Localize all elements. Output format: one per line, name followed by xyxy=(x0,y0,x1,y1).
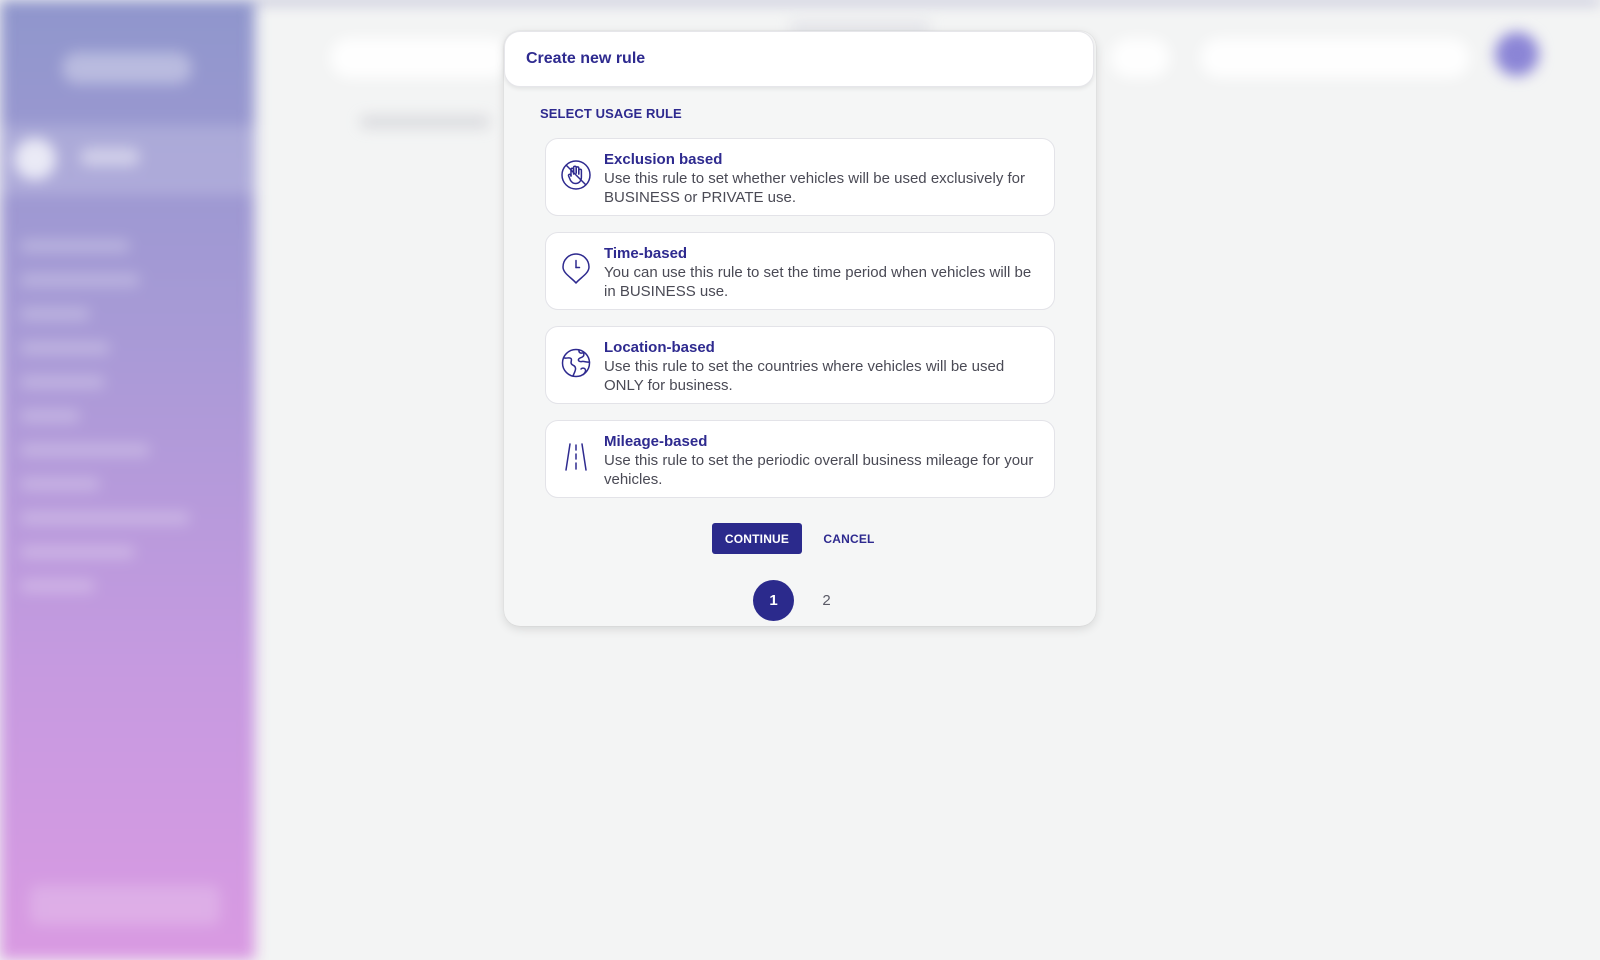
rule-description: Use this rule to set the periodic overal… xyxy=(604,452,1034,488)
sidebar-footer xyxy=(30,885,220,925)
modal-actions: CONTINUE CANCEL xyxy=(504,523,1096,555)
globe-icon xyxy=(560,347,592,379)
rule-option-exclusion[interactable]: Exclusion based Use this rule to set whe… xyxy=(545,138,1055,216)
rule-option-location[interactable]: Location-based Use this rule to set the … xyxy=(545,326,1055,404)
rule-description: Use this rule to set whether vehicles wi… xyxy=(604,170,1026,206)
sidebar-item xyxy=(20,410,80,422)
rule-description: Use this rule to set the countries where… xyxy=(604,358,1005,394)
topbar-search xyxy=(330,38,510,78)
rule-description: You can use this rule to set the time pe… xyxy=(604,264,1032,300)
rule-title: Time-based xyxy=(604,245,688,262)
cancel-button[interactable]: CANCEL xyxy=(814,523,884,554)
app-logo xyxy=(62,52,192,84)
step-indicator: 1 2 xyxy=(504,580,1096,622)
sidebar-item xyxy=(20,342,110,354)
rule-option-list: Exclusion based Use this rule to set whe… xyxy=(545,138,1055,514)
step-1-active[interactable]: 1 xyxy=(753,580,794,621)
sidebar-item xyxy=(20,478,100,490)
rule-title: Exclusion based xyxy=(604,151,723,168)
sidebar-item xyxy=(20,376,105,388)
section-label: SELECT USAGE RULE xyxy=(540,106,682,121)
modal-header: Create new rule xyxy=(504,31,1094,87)
sidebar-item xyxy=(20,444,150,456)
top-avatar xyxy=(1495,32,1539,76)
rule-option-mileage[interactable]: Mileage-based Use this rule to set the p… xyxy=(545,420,1055,498)
rule-title: Location-based xyxy=(604,339,715,356)
sidebar-item xyxy=(20,308,90,320)
sidebar-nav xyxy=(20,240,230,614)
clock-pin-icon xyxy=(560,253,592,285)
modal-title: Create new rule xyxy=(526,50,646,67)
rule-option-time[interactable]: Time-based You can use this rule to set … xyxy=(545,232,1055,310)
rule-title: Mileage-based xyxy=(604,433,708,450)
step-2[interactable]: 2 xyxy=(806,580,847,621)
sidebar-item xyxy=(20,512,190,524)
continue-button[interactable]: CONTINUE xyxy=(712,523,802,554)
breadcrumb xyxy=(360,116,490,128)
topbar-field xyxy=(1200,38,1470,78)
sidebar-item xyxy=(20,240,130,252)
top-indicator xyxy=(790,24,930,30)
road-icon xyxy=(560,441,592,473)
sidebar-user-name xyxy=(80,148,140,166)
avatar xyxy=(14,138,56,180)
sidebar-item xyxy=(20,274,140,286)
sidebar xyxy=(0,0,255,960)
sidebar-item xyxy=(20,580,95,592)
sidebar-item xyxy=(20,546,135,558)
create-rule-modal: Create new rule SELECT USAGE RULE Exclus… xyxy=(504,31,1096,626)
topbar-button xyxy=(1110,38,1170,78)
stop-hand-icon xyxy=(560,159,592,191)
